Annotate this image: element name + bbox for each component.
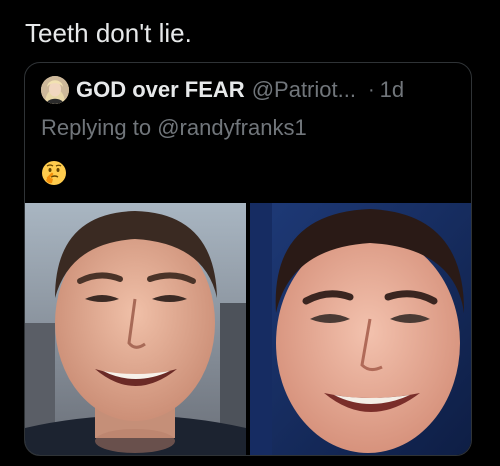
photo-right[interactable] (250, 203, 471, 455)
quoted-tweet-card[interactable]: GOD over FEAR @Patriot... · 1d Replying … (24, 62, 472, 456)
thinking-face-emoji-icon (41, 160, 67, 186)
photo-left[interactable] (25, 203, 246, 455)
replying-to-user-link[interactable]: @randyfranks1 (157, 115, 307, 140)
quoted-tweet-header: GOD over FEAR @Patriot... · 1d (41, 75, 455, 105)
display-name[interactable]: GOD over FEAR (76, 77, 245, 103)
media-grid (25, 203, 471, 455)
profile-avatar-icon[interactable] (41, 76, 69, 104)
user-handle[interactable]: @Patriot... (252, 77, 356, 103)
replying-to-line: Replying to @randyfranks1 (41, 115, 307, 141)
replying-to-label: Replying to (41, 115, 152, 140)
separator-dot: · (367, 78, 375, 101)
post-text: Teeth don't lie. (25, 18, 192, 48)
timestamp[interactable]: 1d (380, 77, 404, 103)
